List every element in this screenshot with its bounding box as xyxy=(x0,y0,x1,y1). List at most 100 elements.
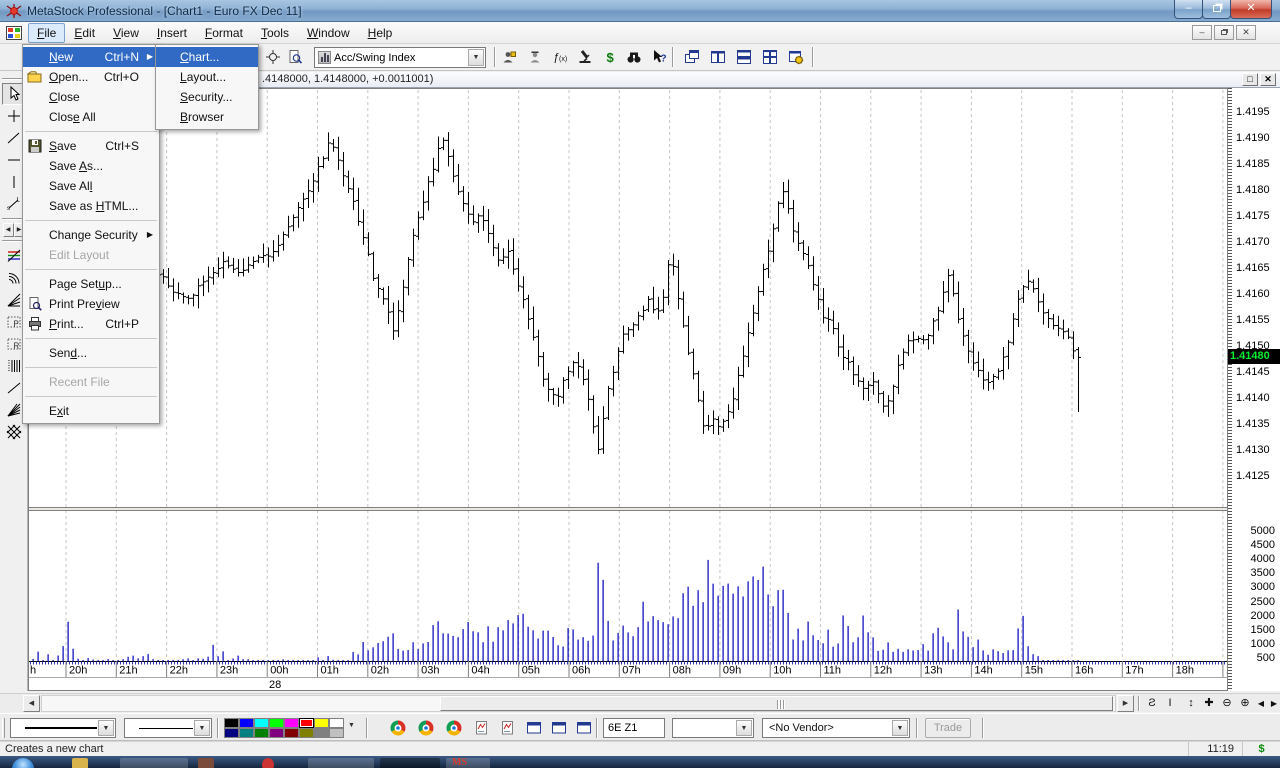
mini-window-icon[interactable] xyxy=(524,718,544,738)
palette-dropdown-arrow-icon[interactable]: ▼ xyxy=(348,722,355,729)
palette-color-ffffff[interactable] xyxy=(329,718,344,728)
scroll-left-button[interactable]: ◀ xyxy=(23,695,40,712)
rescale-icon[interactable]: Ƨ xyxy=(1143,695,1161,712)
toolbar-grip[interactable] xyxy=(2,718,5,738)
taskbar-button[interactable] xyxy=(380,758,440,768)
scroll-back-button[interactable]: ◀ xyxy=(3,223,14,237)
new-submenu-item-layout[interactable]: Layout... xyxy=(156,67,258,87)
tile-vertical-icon[interactable] xyxy=(707,46,729,68)
menu-help[interactable]: Help xyxy=(359,23,402,43)
text-cursor-icon[interactable]: I xyxy=(1161,695,1179,712)
file-menu-item-print[interactable]: Print...Ctrl+P xyxy=(23,314,159,334)
menu-tools[interactable]: Tools xyxy=(252,23,298,43)
palette-color-ff00ff[interactable] xyxy=(284,718,299,728)
palette-color-ff0000[interactable] xyxy=(299,718,314,728)
taskbar-icon[interactable] xyxy=(198,758,214,768)
workspace-icon[interactable] xyxy=(785,46,807,68)
zoom-page-icon[interactable] xyxy=(284,46,306,68)
line-weight-dropdown[interactable]: ▼ xyxy=(124,718,212,738)
palette-color-c0c0c0[interactable] xyxy=(329,728,344,738)
trade-button[interactable]: Trade xyxy=(925,718,971,738)
expert-advisor-icon[interactable] xyxy=(524,46,546,68)
file-menu-item-save-all[interactable]: Save All xyxy=(23,176,159,196)
file-menu-item-save-as-html[interactable]: Save as HTML... xyxy=(23,196,159,216)
file-menu-item-close[interactable]: Close xyxy=(23,87,159,107)
palette-color-ffff00[interactable] xyxy=(314,718,329,728)
guru-icon[interactable] xyxy=(498,46,520,68)
file-menu-item-save-as[interactable]: Save As... xyxy=(23,156,159,176)
file-menu-item-exit[interactable]: Exit xyxy=(23,401,159,421)
chart-close-button[interactable]: ✕ xyxy=(1260,73,1276,86)
start-orb-icon[interactable] xyxy=(12,758,34,768)
menu-window[interactable]: Window xyxy=(298,23,359,43)
chart-canvas[interactable]: h20h21h22h23h00h01h02h03h04h05h06h07h08h… xyxy=(28,88,1227,691)
menu-view[interactable]: View xyxy=(104,23,148,43)
explorer-binoculars-icon[interactable] xyxy=(623,46,645,68)
palette-color-000080[interactable] xyxy=(224,728,239,738)
file-menu-item-send[interactable]: Send... xyxy=(23,343,159,363)
palette-color-800080[interactable] xyxy=(269,728,284,738)
menu-file[interactable]: File xyxy=(28,23,65,43)
windows-taskbar[interactable]: MS xyxy=(0,756,1280,768)
palette-color-800000[interactable] xyxy=(284,728,299,738)
window-close-button[interactable]: ✕ xyxy=(1230,0,1272,19)
taskbar-icon[interactable] xyxy=(262,758,274,768)
file-menu-item-page-setup[interactable]: Page Setup... xyxy=(23,274,159,294)
dollar-icon[interactable]: $ xyxy=(600,46,622,68)
scroll-right-button[interactable]: ▶ xyxy=(1117,695,1134,712)
vendor-dropdown[interactable]: <No Vendor> ▼ xyxy=(762,718,910,738)
scrollbar-thumb[interactable] xyxy=(440,696,1113,711)
symbol-input[interactable] xyxy=(603,718,665,738)
file-menu-item-change-security[interactable]: Change Security▶ xyxy=(23,225,159,245)
palette-color-000000[interactable] xyxy=(224,718,239,728)
file-menu-item-save[interactable]: SaveCtrl+S xyxy=(23,136,159,156)
focus-icon[interactable] xyxy=(262,46,284,68)
palette-color-808000[interactable] xyxy=(299,728,314,738)
palette-color-0000ff[interactable] xyxy=(239,718,254,728)
new-submenu-item-chart[interactable]: Chart... xyxy=(156,47,258,67)
period-arrow-icon[interactable]: ▼ xyxy=(736,720,752,736)
context-help-icon[interactable]: ? xyxy=(648,46,670,68)
indicator-quicklist[interactable]: Acc/Swing Index ▼ xyxy=(314,47,486,68)
combo-dropdown-arrow-icon[interactable]: ▼ xyxy=(468,49,484,66)
taskbar-button[interactable] xyxy=(308,758,374,768)
move-chart-icon[interactable]: ✚ xyxy=(1200,695,1218,712)
period-dropdown[interactable]: ▼ xyxy=(672,718,754,738)
file-menu-item-print-preview[interactable]: Print Preview xyxy=(23,294,159,314)
ball-icon[interactable] xyxy=(388,718,408,738)
mdi-restore-button[interactable] xyxy=(1214,25,1234,40)
mdi-minimize-button[interactable]: – xyxy=(1192,25,1212,40)
window-minimize-button[interactable]: – xyxy=(1174,0,1203,19)
file-menu-item-open[interactable]: Open...Ctrl+O xyxy=(23,67,159,87)
menu-insert[interactable]: Insert xyxy=(148,23,196,43)
zoom-out-icon[interactable]: ⊖ xyxy=(1218,695,1236,712)
palette-color-008080[interactable] xyxy=(239,728,254,738)
mini-window-icon[interactable] xyxy=(549,718,569,738)
expand-vertical-icon[interactable]: ↕ xyxy=(1182,695,1200,712)
window-restore-button[interactable] xyxy=(1202,0,1231,19)
taskbar-button[interactable] xyxy=(120,758,188,768)
ball-icon[interactable] xyxy=(444,718,464,738)
cascade-windows-icon[interactable] xyxy=(681,46,703,68)
menu-format[interactable]: Format xyxy=(196,23,252,43)
line-style-dropdown[interactable]: ▼ xyxy=(10,718,116,738)
page-chart-icon[interactable] xyxy=(498,718,518,738)
mdi-close-button[interactable]: ✕ xyxy=(1236,25,1256,40)
ball-icon[interactable] xyxy=(416,718,436,738)
line-style-arrow-icon[interactable]: ▼ xyxy=(98,720,114,736)
new-submenu-item-security[interactable]: Security... xyxy=(156,87,258,107)
line-weight-arrow-icon[interactable]: ▼ xyxy=(194,720,210,736)
new-submenu-item-browser[interactable]: Browser xyxy=(156,107,258,127)
file-menu-item-close-all[interactable]: Close All xyxy=(23,107,159,127)
palette-color-00ffff[interactable] xyxy=(254,718,269,728)
palette-color-808080[interactable] xyxy=(314,728,329,738)
mini-window-icon[interactable] xyxy=(574,718,594,738)
menu-edit[interactable]: Edit xyxy=(65,23,104,43)
palette-color-00ff00[interactable] xyxy=(269,718,284,728)
tile-quad-icon[interactable] xyxy=(759,46,781,68)
file-menu-item-new[interactable]: NewCtrl+N▶ xyxy=(23,47,159,67)
taskbar-icon[interactable] xyxy=(72,758,88,768)
scrollbar-track[interactable] xyxy=(41,695,1116,712)
page-chart-icon[interactable] xyxy=(472,718,492,738)
chart-maximize-button[interactable]: □ xyxy=(1242,73,1258,86)
